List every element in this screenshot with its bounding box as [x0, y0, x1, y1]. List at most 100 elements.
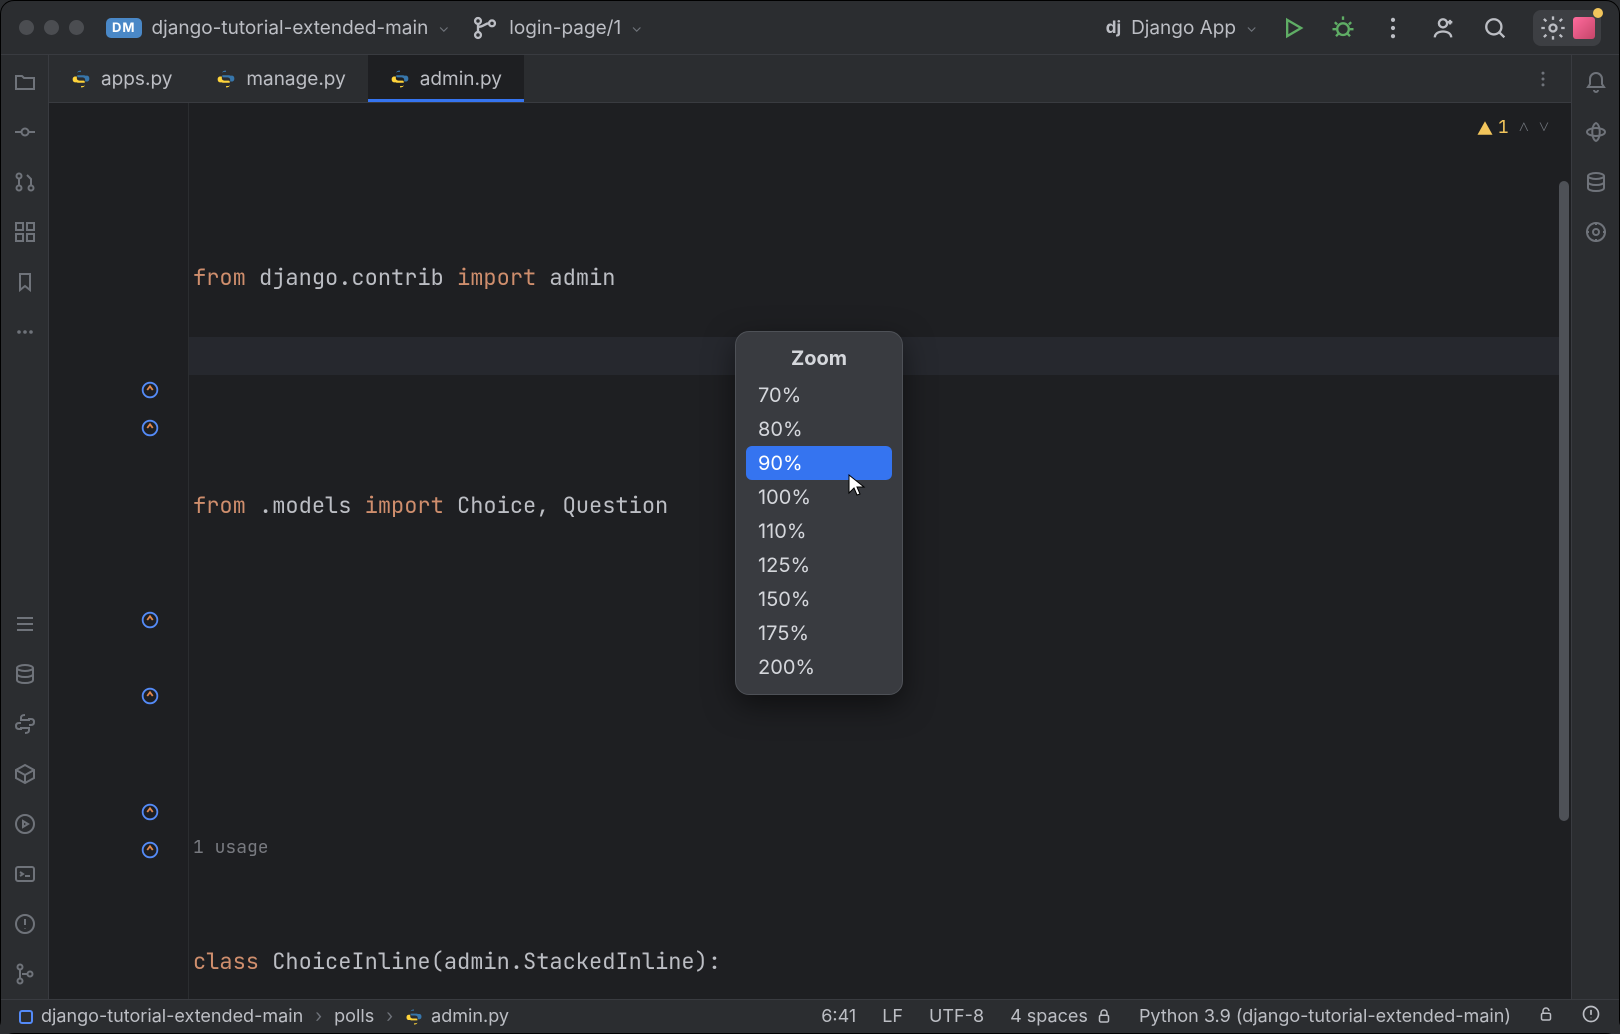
- breadcrumb-separator: ›: [382, 1006, 397, 1027]
- readonly-toggle-icon[interactable]: [1537, 1005, 1555, 1028]
- breadcrumb-separator: ›: [311, 1006, 326, 1027]
- code-line: from django.contrib import admin: [193, 259, 1571, 297]
- indent-setting[interactable]: 4 spaces: [1010, 1006, 1113, 1027]
- problems-tool-icon[interactable]: [12, 911, 38, 937]
- vcs-tool-icon[interactable]: [12, 961, 38, 987]
- project-selector[interactable]: DM django-tutorial-extended-main ⌄: [106, 16, 449, 39]
- zoom-option-175[interactable]: 175%: [736, 616, 902, 650]
- close-dot[interactable]: [19, 20, 34, 35]
- code-line: class ChoiceInline(admin.StackedInline):: [193, 943, 1571, 981]
- structure-tool-icon[interactable]: [12, 219, 38, 245]
- more-icon[interactable]: [1379, 14, 1407, 42]
- override-gutter-icon[interactable]: [139, 417, 163, 441]
- readonly-icon: [1095, 1007, 1113, 1025]
- python-file-icon: [71, 69, 91, 89]
- chevron-down-icon: ⌄: [631, 19, 642, 36]
- ai-tool-icon[interactable]: [1583, 119, 1609, 145]
- gear-icon: [1539, 14, 1567, 42]
- zoom-option-90[interactable]: 90%: [746, 446, 892, 480]
- titlebar: DM django-tutorial-extended-main ⌄ login…: [1, 1, 1619, 55]
- django-icon: dj: [1106, 18, 1121, 38]
- usage-hint[interactable]: 1 usage: [193, 829, 1571, 867]
- line-separator[interactable]: LF: [882, 1006, 903, 1027]
- commit-tool-icon[interactable]: [12, 119, 38, 145]
- python-file-icon: [216, 69, 236, 89]
- override-gutter-icon[interactable]: [139, 609, 163, 633]
- zoom-option-80[interactable]: 80%: [736, 412, 902, 446]
- bookmarks-tool-icon[interactable]: [12, 269, 38, 295]
- breadcrumb-file[interactable]: admin.py: [431, 1006, 509, 1027]
- status-problems-icon[interactable]: [1581, 1004, 1601, 1029]
- debug-button[interactable]: [1329, 14, 1357, 42]
- services-tool-icon[interactable]: [12, 811, 38, 837]
- editor-gutter[interactable]: [49, 103, 189, 999]
- search-icon[interactable]: [1481, 14, 1509, 42]
- branch-name: login-page/1: [509, 16, 621, 39]
- python-console-icon[interactable]: [12, 711, 38, 737]
- code-with-me-icon[interactable]: [1429, 14, 1457, 42]
- endpoints-tool-icon[interactable]: [1583, 219, 1609, 245]
- ai-assistant-icon[interactable]: [1573, 17, 1595, 39]
- project-tool-icon[interactable]: [12, 69, 38, 95]
- warning-icon: 1: [1476, 109, 1509, 147]
- project-name: django-tutorial-extended-main: [152, 16, 429, 39]
- tab-label: apps.py: [101, 67, 172, 90]
- packages-tool-icon[interactable]: [12, 761, 38, 787]
- tab-apps-py[interactable]: apps.py: [49, 55, 194, 102]
- vcs-branch-selector[interactable]: login-page/1 ⌄: [471, 14, 642, 42]
- branch-icon: [471, 14, 499, 42]
- override-gutter-icon[interactable]: [139, 379, 163, 403]
- minimize-dot[interactable]: [44, 20, 59, 35]
- notifications-tool-icon[interactable]: [1583, 69, 1609, 95]
- zoom-option-200[interactable]: 200%: [736, 650, 902, 684]
- settings-badge: [1593, 8, 1603, 18]
- left-tool-rail: [1, 55, 49, 999]
- database-tool-icon[interactable]: [12, 661, 38, 687]
- override-gutter-icon[interactable]: [139, 839, 163, 863]
- cursor-position[interactable]: 6:41: [821, 1006, 856, 1027]
- python-interpreter[interactable]: Python 3.9 (django-tutorial-extended-mai…: [1139, 1006, 1511, 1027]
- pull-requests-icon[interactable]: [12, 169, 38, 195]
- module-icon: [19, 1010, 33, 1024]
- run-config-selector[interactable]: dj Django App ⌄: [1106, 16, 1257, 39]
- tabs-more-icon[interactable]: [1515, 55, 1571, 102]
- tab-manage-py[interactable]: manage.py: [194, 55, 367, 102]
- breadcrumb-root[interactable]: django-tutorial-extended-main: [41, 1006, 303, 1027]
- chevron-down-icon: ⌄: [1246, 19, 1257, 36]
- zoom-popup-title: Zoom: [736, 340, 902, 378]
- tab-label: admin.py: [420, 67, 502, 90]
- override-gutter-icon[interactable]: [139, 801, 163, 825]
- zoom-option-110[interactable]: 110%: [736, 514, 902, 548]
- python-file-icon: [405, 1008, 423, 1026]
- settings-button[interactable]: [1533, 10, 1601, 46]
- zoom-option-125[interactable]: 125%: [736, 548, 902, 582]
- tab-admin-py[interactable]: admin.py: [368, 55, 524, 102]
- zoom-option-70[interactable]: 70%: [736, 378, 902, 412]
- terminal-tool-icon[interactable]: [12, 861, 38, 887]
- prev-highlight-icon[interactable]: ˄: [1519, 109, 1529, 147]
- zoom-option-150[interactable]: 150%: [736, 582, 902, 616]
- file-encoding[interactable]: UTF-8: [929, 1006, 984, 1027]
- more-tools-icon[interactable]: [12, 319, 38, 345]
- run-config-name: Django App: [1131, 16, 1236, 39]
- tab-label: manage.py: [246, 67, 345, 90]
- status-bar: django-tutorial-extended-main › polls › …: [1, 999, 1619, 1033]
- zoom-popup: Zoom 70% 80% 90% 100% 110% 125% 150% 175…: [735, 331, 903, 695]
- breadcrumb[interactable]: django-tutorial-extended-main › polls › …: [19, 1006, 509, 1027]
- zoom-dot[interactable]: [69, 20, 84, 35]
- run-button[interactable]: [1279, 14, 1307, 42]
- project-badge: DM: [106, 18, 142, 38]
- override-gutter-icon[interactable]: [139, 685, 163, 709]
- python-file-icon: [390, 69, 410, 89]
- zoom-option-100[interactable]: 100%: [736, 480, 902, 514]
- database-right-icon[interactable]: [1583, 169, 1609, 195]
- window-controls[interactable]: [19, 20, 84, 35]
- inspection-widget[interactable]: 1 ˄ ˅: [1476, 109, 1549, 147]
- next-highlight-icon[interactable]: ˅: [1539, 109, 1549, 147]
- right-tool-rail: [1571, 55, 1619, 999]
- chevron-down-icon: ⌄: [438, 19, 449, 36]
- editor-tabs: apps.py manage.py admin.py: [49, 55, 1571, 103]
- code-line: [193, 715, 1571, 753]
- breadcrumb-folder[interactable]: polls: [334, 1006, 374, 1027]
- todo-tool-icon[interactable]: [12, 611, 38, 637]
